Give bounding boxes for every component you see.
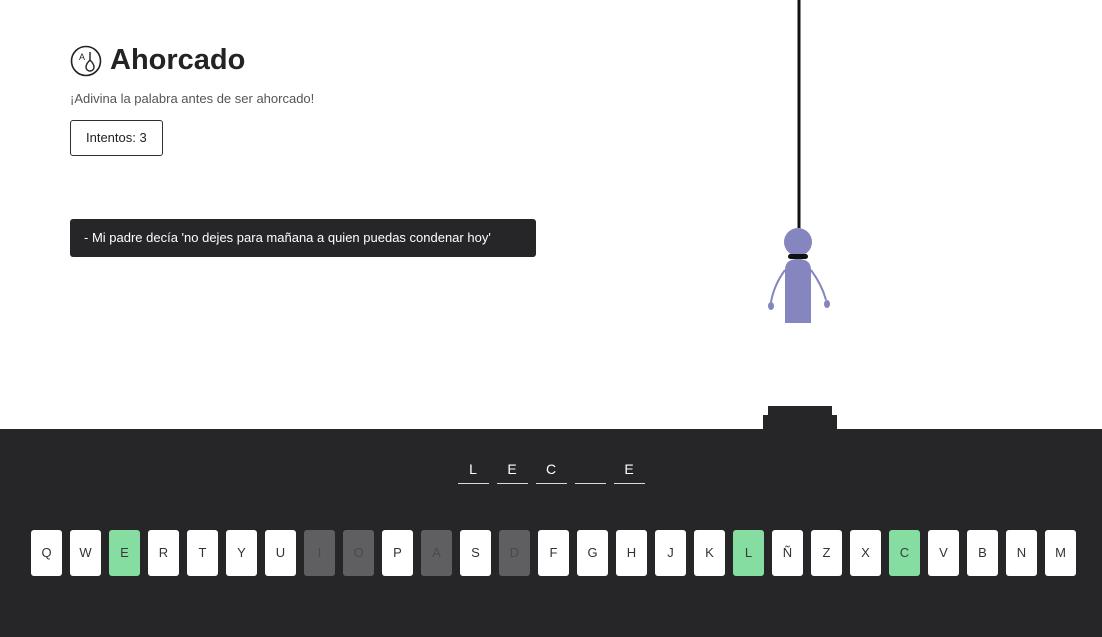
keyboard: QWERTYUIOPASDFGHJKLÑZXCVBNM — [31, 530, 1076, 576]
key-u[interactable]: U — [265, 530, 296, 576]
letter-slot: E — [496, 458, 528, 484]
key-b[interactable]: B — [967, 530, 998, 576]
figure-neck-knot — [788, 254, 808, 259]
hanged-figure — [768, 0, 830, 323]
key-t[interactable]: T — [187, 530, 218, 576]
key-l: L — [733, 530, 764, 576]
key-m[interactable]: M — [1045, 530, 1076, 576]
title-row: A Ahorcado — [70, 44, 314, 77]
key-a: A — [421, 530, 452, 576]
key-n[interactable]: N — [1006, 530, 1037, 576]
header: A Ahorcado ¡Adivina la palabra antes de … — [70, 44, 314, 156]
key-ñ[interactable]: Ñ — [772, 530, 803, 576]
letter-slot: L — [457, 458, 489, 484]
figure-head — [784, 228, 812, 256]
word-slots: L E C E — [0, 458, 1102, 484]
key-f[interactable]: F — [538, 530, 569, 576]
subtitle: ¡Adivina la palabra antes de ser ahorcad… — [70, 91, 315, 106]
hint-box: - Mi padre decía 'no dejes para mañana a… — [70, 219, 536, 257]
key-w[interactable]: W — [70, 530, 101, 576]
key-j[interactable]: J — [655, 530, 686, 576]
page-title: Ahorcado — [110, 44, 246, 76]
letter-slot — [574, 458, 606, 484]
key-v[interactable]: V — [928, 530, 959, 576]
key-h[interactable]: H — [616, 530, 647, 576]
key-r[interactable]: R — [148, 530, 179, 576]
figure-body — [785, 259, 811, 323]
hangman-logo-icon: A — [70, 45, 102, 76]
key-g[interactable]: G — [577, 530, 608, 576]
key-x[interactable]: X — [850, 530, 881, 576]
svg-text:A: A — [79, 52, 85, 62]
letter-slot: C — [535, 458, 567, 484]
platform-base — [763, 415, 837, 430]
key-k[interactable]: K — [694, 530, 725, 576]
key-e: E — [109, 530, 140, 576]
key-c: C — [889, 530, 920, 576]
tries-counter: Intentos: 3 — [70, 120, 163, 156]
key-s[interactable]: S — [460, 530, 491, 576]
key-p[interactable]: P — [382, 530, 413, 576]
key-i: I — [304, 530, 335, 576]
key-z[interactable]: Z — [811, 530, 842, 576]
figure-right-arm — [810, 269, 827, 301]
key-o: O — [343, 530, 374, 576]
key-y[interactable]: Y — [226, 530, 257, 576]
figure-left-arm — [770, 269, 786, 303]
key-d: D — [499, 530, 530, 576]
key-q[interactable]: Q — [31, 530, 62, 576]
letter-slot: E — [613, 458, 645, 484]
